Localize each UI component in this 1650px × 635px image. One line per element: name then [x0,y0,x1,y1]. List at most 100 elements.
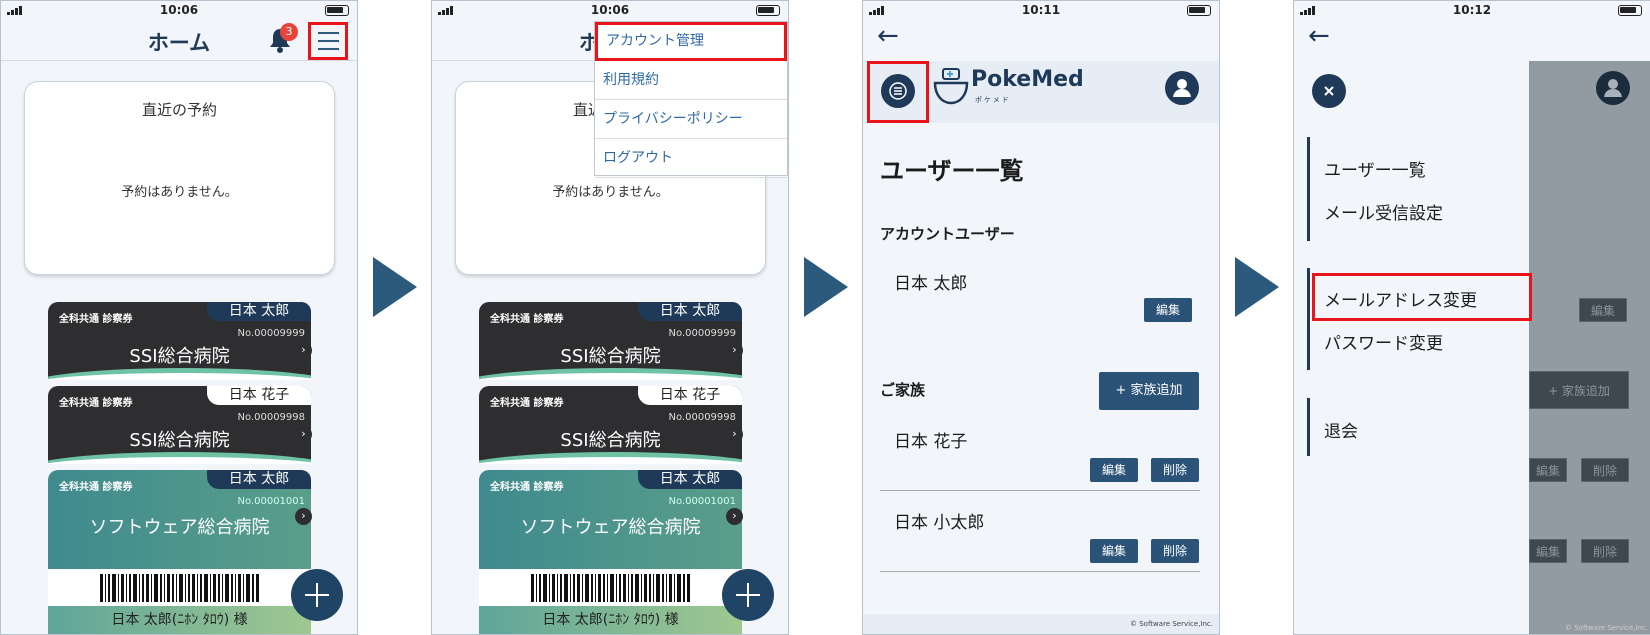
chevron-right-icon[interactable]: › [726,426,743,443]
card-hospital: SSI総合病院 [560,430,661,451]
card-holder: 日本 花子 [638,386,742,405]
drawer-menu-button[interactable] [881,74,915,108]
divider [880,571,1200,572]
footer: © Software Service,Inc. [1565,624,1648,632]
notification-badge: 3 [280,23,298,41]
pokemed-logo-icon [933,68,969,105]
card-hospital: SSI総合病院 [129,346,230,367]
card-stripe [479,452,742,464]
chevron-right-icon[interactable]: › [295,508,312,525]
card-stripe [48,368,311,380]
card-stripe [479,368,742,380]
status-time: 10:06 [159,3,199,17]
recent-reservation-card: 直近の予約 予約はありません。 [24,81,335,275]
card-number: No.00009998 [668,412,737,423]
battery-icon [1618,5,1642,16]
chevron-right-icon[interactable]: › [726,342,743,359]
dropdown-menu: アカウント管理 利用規約 プライバシーポリシー ログアウト [594,21,788,178]
family-member-name: 日本 花子 [894,432,968,452]
card-hospital: SSI総合病院 [129,430,230,451]
page-title: ホーム [147,31,211,55]
barcode-area [48,569,311,606]
status-time: 10:06 [590,3,630,17]
add-card-button[interactable] [291,569,343,621]
close-drawer-button[interactable] [1312,74,1346,108]
card-type: 全科共通 診察券 [490,398,564,409]
dimmed-overlay[interactable]: 編集 + 家族追加 編集 削除 編集 削除 © Software Service… [1529,61,1650,634]
logo-text: PokeMed [971,67,1084,92]
delete-button[interactable]: 削除 [1151,458,1199,482]
logo-subtitle: ポケメド [975,96,1011,104]
divider [880,490,1200,491]
patient-card[interactable]: 全科共通 診察券 日本 太郎 No.00001001 ソフトウェア総合病院 [48,470,311,569]
delete-button[interactable]: 削除 [1151,539,1199,563]
user-list-screen: 10:11 ← PokeMed ポケメド ユーザー一覧 アカウントユーザー 日本… [862,0,1220,635]
recent-message: 予約はありません。 [121,185,238,200]
chevron-right-icon[interactable]: › [726,508,743,525]
add-family-button[interactable]: + 家族追加 [1099,372,1199,410]
card-holder: 日本 太郎 [638,470,742,489]
chevron-right-icon[interactable]: › [295,342,312,359]
card-type: 全科共通 診察券 [59,482,133,493]
card-holder: 日本 花子 [207,386,311,405]
delete-button: 削除 [1581,458,1629,482]
recent-message: 予約はありません。 [552,185,669,200]
patient-card[interactable]: 全科共通 診察券 日本 花子 No.00009998 SSI総合病院 [479,386,742,464]
patient-card[interactable]: 全科共通 診察券 日本 太郎 No.00009999 SSI総合病院 [48,302,311,380]
user-avatar-button[interactable] [1165,71,1199,105]
edit-button[interactable]: 編集 [1090,458,1138,482]
patient-card[interactable]: 全科共通 診察券 日本 花子 No.00009998 SSI総合病院 [48,386,311,464]
hamburger-menu-button[interactable] [308,22,348,60]
card-holder: 日本 太郎 [207,302,311,321]
back-arrow-icon[interactable]: ← [877,21,899,51]
page-title: ユーザー一覧 [880,157,1024,185]
close-icon [1324,86,1334,96]
drawer-item-mail-settings[interactable]: メール受信設定 [1324,199,1443,224]
back-arrow-icon[interactable]: ← [1308,21,1330,51]
user-icon [1604,79,1622,97]
menu-item-logout[interactable]: ログアウト [595,139,787,178]
card-hospital: ソフトウェア総合病院 [89,517,270,538]
family-section-title: ご家族 [880,381,926,399]
chevron-right-icon[interactable]: › [295,426,312,443]
barcode-icon [100,574,259,602]
drawer-item-withdraw[interactable]: 退会 [1324,417,1358,442]
card-number: No.00001001 [237,496,306,507]
edit-button: 編集 [1579,298,1627,322]
menu-item-privacy[interactable]: プライバシーポリシー [595,100,787,139]
status-time: 10:11 [1021,3,1061,17]
battery-icon [325,5,349,16]
group-bar [1307,398,1310,456]
menu-item-terms[interactable]: 利用規約 [595,61,787,100]
edit-button[interactable]: 編集 [1090,539,1138,563]
drawer-item-password-change[interactable]: パスワード変更 [1324,329,1443,354]
patient-card[interactable]: 全科共通 診察券 日本 太郎 No.00001001 ソフトウェア総合病院 [479,470,742,569]
status-bar: 10:06 [1,1,357,19]
edit-button: 編集 [1529,539,1567,563]
delete-button: 削除 [1581,539,1629,563]
header: ホーム 3 [1,19,357,61]
barcode-area [479,569,742,606]
card-holder: 日本 太郎 [207,470,311,489]
card-hospital: ソフトウェア総合病院 [520,517,701,538]
patient-name: 日本 太郎(ﾆﾎﾝ ﾀﾛｳ) 様 [48,606,311,634]
group-bar [1307,137,1310,241]
battery-icon [1187,5,1211,16]
edit-button[interactable]: 編集 [1144,298,1192,322]
menu-item-account[interactable]: アカウント管理 [595,22,787,61]
card-number: No.00009999 [237,328,306,339]
menu-icon [889,82,907,100]
card-type: 全科共通 診察券 [59,398,133,409]
user-avatar-button [1596,71,1630,105]
drawer-item-user-list[interactable]: ユーザー一覧 [1324,156,1426,181]
card-hospital: SSI総合病院 [560,346,661,367]
card-number: No.00009998 [237,412,306,423]
patient-card[interactable]: 全科共通 診察券 日本 太郎 No.00009999 SSI総合病院 [479,302,742,380]
add-card-button[interactable] [722,569,774,621]
step-arrow-icon [373,257,417,317]
footer: © Software Service,Inc. [863,614,1219,634]
card-number: No.00009999 [668,328,737,339]
status-bar: 10:06 [432,1,788,19]
home-menu-screen: 10:06 ホーム 直近の予約 予約はありません。 全科共通 診察券 日本 太郎… [431,0,789,635]
drawer-item-email-change[interactable]: メールアドレス変更 [1324,286,1477,311]
